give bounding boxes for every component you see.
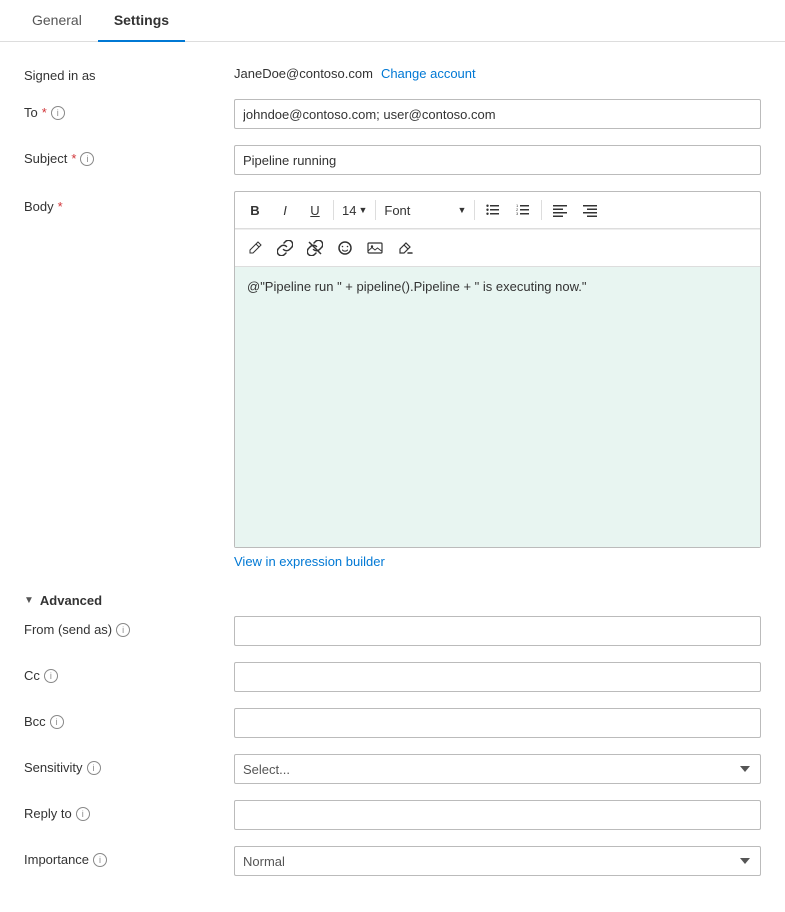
bcc-field-wrapper (234, 708, 761, 738)
advanced-header[interactable]: ▼ Advanced (24, 585, 761, 616)
list-unordered-button[interactable] (479, 196, 507, 224)
importance-label: Importance i (24, 846, 234, 867)
body-editor-wrapper: B I U 14 ▼ Font ▼ (234, 191, 761, 569)
subject-input[interactable] (234, 145, 761, 175)
reply-to-field-wrapper (234, 800, 761, 830)
signed-in-label: Signed in as (24, 62, 234, 83)
subject-label: Subject * i (24, 145, 234, 166)
link-icon (277, 240, 293, 256)
from-info-icon[interactable]: i (116, 623, 130, 637)
signed-in-row: Signed in as JaneDoe@contoso.com Change … (24, 62, 761, 83)
sensitivity-select[interactable]: Select... Normal Personal Private Confid… (234, 754, 761, 784)
tab-settings[interactable]: Settings (98, 0, 185, 42)
sensitivity-row: Sensitivity i Select... Normal Personal … (24, 754, 761, 784)
to-label: To * i (24, 99, 234, 120)
advanced-section: ▼ Advanced From (send as) i Cc i (24, 585, 761, 876)
sensitivity-label: Sensitivity i (24, 754, 234, 775)
font-name-value: Font (384, 203, 410, 218)
sensitivity-field-wrapper: Select... Normal Personal Private Confid… (234, 754, 761, 784)
cc-input[interactable] (234, 662, 761, 692)
list-unordered-icon (485, 202, 501, 218)
reply-to-info-icon[interactable]: i (76, 807, 90, 821)
rich-editor: B I U 14 ▼ Font ▼ (234, 191, 761, 548)
body-content: @"Pipeline run " + pipeline().Pipeline +… (247, 279, 587, 294)
subject-info-icon[interactable]: i (80, 152, 94, 166)
image-icon (367, 240, 383, 256)
to-required: * (42, 105, 47, 120)
bcc-input[interactable] (234, 708, 761, 738)
toolbar-divider-1 (333, 200, 334, 220)
image-button[interactable] (361, 234, 389, 262)
settings-content: Signed in as JaneDoe@contoso.com Change … (0, 42, 785, 912)
svg-text:3: 3 (516, 211, 519, 216)
pen-button[interactable] (241, 234, 269, 262)
toolbar-divider-3 (474, 200, 475, 220)
body-required: * (58, 199, 63, 214)
toolbar-row2 (235, 229, 760, 267)
importance-row: Importance i Low Normal High (24, 846, 761, 876)
importance-info-icon[interactable]: i (93, 853, 107, 867)
tabs-bar: General Settings (0, 0, 785, 42)
underline-button[interactable]: U (301, 196, 329, 224)
unlink-button[interactable] (301, 234, 329, 262)
from-input[interactable] (234, 616, 761, 646)
body-label: Body * (24, 191, 234, 214)
importance-select[interactable]: Low Normal High (234, 846, 761, 876)
cc-row: Cc i (24, 662, 761, 692)
subject-required: * (71, 151, 76, 166)
font-size-chevron: ▼ (358, 205, 367, 215)
clear-button[interactable] (391, 234, 419, 262)
change-account-link[interactable]: Change account (381, 66, 476, 81)
emoji-button[interactable] (331, 234, 359, 262)
bold-button[interactable]: B (241, 196, 269, 224)
bcc-label: Bcc i (24, 708, 234, 729)
advanced-header-label: Advanced (40, 593, 102, 608)
expression-builder-link[interactable]: View in expression builder (234, 554, 385, 569)
align-left-icon (552, 202, 568, 218)
list-ordered-button[interactable]: 1 2 3 (509, 196, 537, 224)
toolbar-divider-2 (375, 200, 376, 220)
cc-label: Cc i (24, 662, 234, 683)
editor-body[interactable]: @"Pipeline run " + pipeline().Pipeline +… (235, 267, 760, 547)
body-row: Body * B I U 14 ▼ Font (24, 191, 761, 569)
cc-info-icon[interactable]: i (44, 669, 58, 683)
emoji-icon (337, 240, 353, 256)
from-field-wrapper (234, 616, 761, 646)
reply-to-label: Reply to i (24, 800, 234, 821)
unlink-icon (307, 240, 323, 256)
bcc-info-icon[interactable]: i (50, 715, 64, 729)
italic-button[interactable]: I (271, 196, 299, 224)
clear-icon (397, 240, 413, 256)
reply-to-row: Reply to i (24, 800, 761, 830)
tab-general[interactable]: General (16, 0, 98, 42)
link-button[interactable] (271, 234, 299, 262)
font-size-value: 14 (342, 203, 356, 218)
toolbar-row1: B I U 14 ▼ Font ▼ (235, 192, 760, 229)
subject-field-wrapper (234, 145, 761, 175)
signed-in-email: JaneDoe@contoso.com (234, 66, 373, 81)
subject-row: Subject * i (24, 145, 761, 175)
pen-icon (247, 240, 263, 256)
to-input[interactable] (234, 99, 761, 129)
toolbar-divider-4 (541, 200, 542, 220)
signed-in-value: JaneDoe@contoso.com Change account (234, 62, 761, 81)
importance-field-wrapper: Low Normal High (234, 846, 761, 876)
bcc-row: Bcc i (24, 708, 761, 738)
list-ordered-icon: 1 2 3 (515, 202, 531, 218)
align-right-icon (582, 202, 598, 218)
align-right-button[interactable] (576, 196, 604, 224)
reply-to-input[interactable] (234, 800, 761, 830)
from-row: From (send as) i (24, 616, 761, 646)
to-field-wrapper (234, 99, 761, 129)
from-label: From (send as) i (24, 616, 234, 637)
font-selector[interactable]: Font ▼ (380, 201, 470, 220)
advanced-chevron-icon: ▼ (24, 595, 34, 606)
to-row: To * i (24, 99, 761, 129)
sensitivity-info-icon[interactable]: i (87, 761, 101, 775)
to-info-icon[interactable]: i (51, 106, 65, 120)
cc-field-wrapper (234, 662, 761, 692)
align-left-button[interactable] (546, 196, 574, 224)
font-size-selector[interactable]: 14 ▼ (338, 201, 371, 220)
font-name-chevron: ▼ (457, 205, 466, 215)
